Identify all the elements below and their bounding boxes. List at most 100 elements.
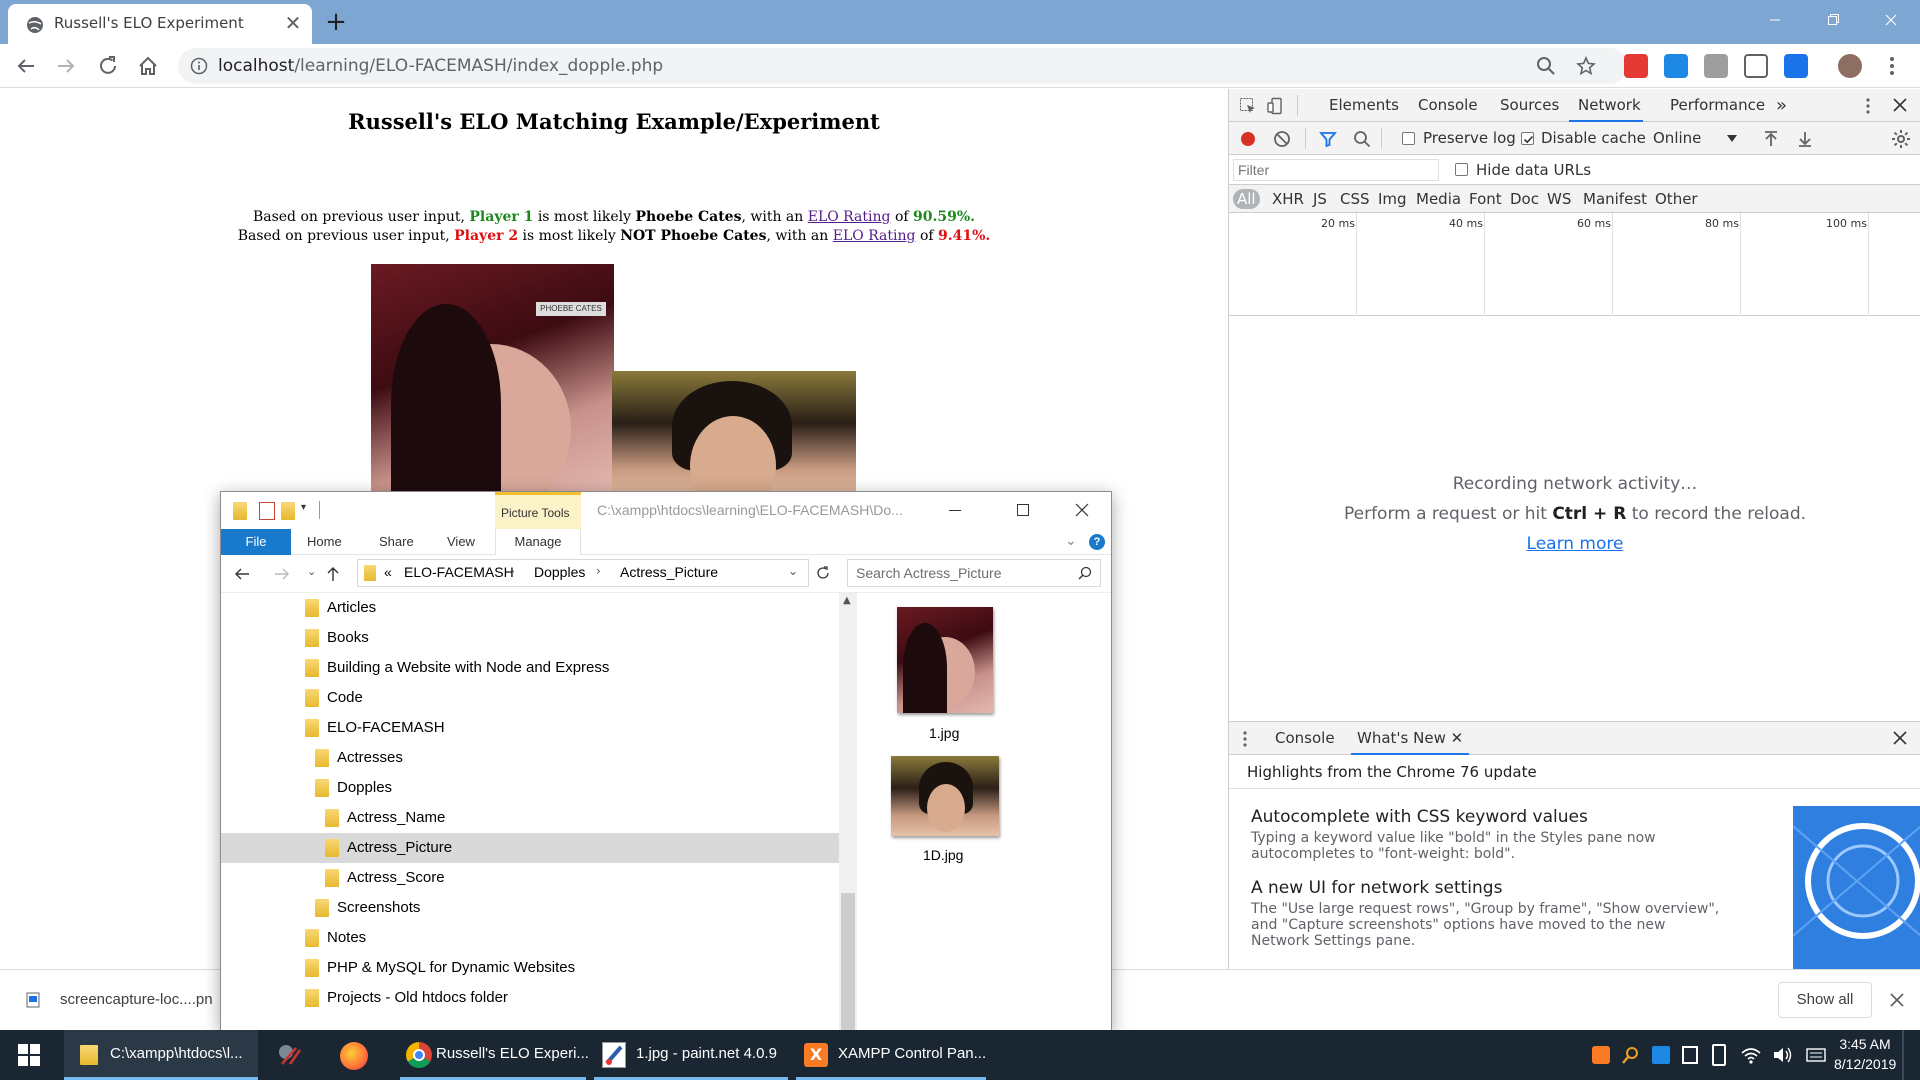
browser-tab[interactable]: Russell's ELO Experiment ✕ [8, 4, 312, 44]
show-all-button[interactable]: Show all [1778, 982, 1872, 1018]
scrollbar-thumb[interactable] [841, 893, 855, 1030]
drawer-close-icon[interactable] [1893, 731, 1907, 745]
minimize-icon[interactable] [1746, 0, 1804, 40]
show-desktop-button[interactable] [1902, 1030, 1904, 1080]
tree-item[interactable]: PHP & MySQL for Dynamic Websites [221, 953, 839, 983]
tree-item[interactable]: Dopples [221, 773, 839, 803]
file-thumbnail[interactable] [897, 607, 993, 715]
snipping-tool-icon[interactable] [276, 1042, 306, 1068]
recent-dropdown-icon[interactable]: ⌄ [307, 565, 316, 578]
keyboard-icon[interactable] [1806, 1045, 1826, 1065]
elo-rating-link[interactable]: ELO Rating [833, 228, 916, 244]
drawer-menu-icon[interactable] [1241, 730, 1249, 748]
info-icon[interactable] [190, 57, 208, 75]
ribbon-manage-tab[interactable]: Manage [495, 529, 581, 555]
windows-start-icon[interactable] [18, 1044, 40, 1066]
lock-extension-icon[interactable] [1624, 54, 1648, 78]
drawer-tab-whats-new[interactable]: What's New ✕ [1351, 722, 1470, 755]
type-font[interactable]: Font [1465, 189, 1506, 209]
home-icon[interactable] [134, 52, 162, 80]
back-icon[interactable] [233, 565, 251, 583]
disable-cache-checkbox[interactable] [1521, 132, 1534, 145]
breadcrumb-elo-facemash[interactable]: ELO-FACEMASH [404, 564, 514, 580]
tree-item[interactable]: ELO-FACEMASH [221, 713, 839, 743]
properties-icon[interactable] [259, 502, 275, 520]
type-img[interactable]: Img [1374, 189, 1411, 209]
tab-elements[interactable]: Elements [1329, 89, 1399, 122]
address-dropdown-icon[interactable]: ⌄ [788, 564, 798, 578]
filter-icon[interactable] [1319, 130, 1337, 148]
restore-icon[interactable] [1804, 0, 1862, 40]
chevron-down-icon[interactable]: ⌄ [1065, 533, 1077, 549]
tree-item-selected[interactable]: Actress_Picture [221, 833, 839, 863]
tab-network[interactable]: Network [1569, 89, 1643, 122]
tab-sources[interactable]: Sources [1500, 89, 1559, 122]
firefox-icon[interactable] [340, 1042, 368, 1070]
search-icon[interactable] [1078, 566, 1092, 580]
type-css[interactable]: CSS [1336, 189, 1374, 209]
file-thumbnail[interactable] [891, 756, 999, 838]
breadcrumb-dopples[interactable]: Dopples [534, 564, 585, 580]
tree-item[interactable]: Articles [221, 593, 839, 623]
help-icon[interactable]: ? [1089, 534, 1105, 550]
network-tray-icon[interactable] [1652, 1046, 1670, 1064]
ribbon-home-tab[interactable]: Home [307, 529, 342, 555]
filter-input[interactable] [1233, 159, 1439, 181]
tree-item[interactable]: Actress_Name [221, 803, 839, 833]
new-folder-icon[interactable] [281, 502, 295, 520]
tree-item[interactable]: Screenshots [221, 893, 839, 923]
type-doc[interactable]: Doc [1506, 189, 1543, 209]
type-js[interactable]: JS [1309, 189, 1331, 209]
ribbon-view-tab[interactable]: View [447, 529, 475, 555]
close-shelf-icon[interactable] [1890, 993, 1904, 1007]
device-toggle-icon[interactable] [1267, 97, 1285, 115]
clear-icon[interactable] [1273, 130, 1291, 148]
type-media[interactable]: Media [1412, 189, 1465, 209]
breadcrumb-overflow[interactable]: « [384, 564, 392, 580]
player2-photo[interactable] [612, 371, 856, 501]
learn-more-link[interactable]: Learn more [1229, 534, 1920, 554]
close-icon[interactable] [1075, 503, 1089, 517]
ribbon-file-tab[interactable]: File [221, 529, 291, 555]
more-tabs-icon[interactable]: » [1776, 89, 1787, 122]
tab-performance[interactable]: Performance [1670, 89, 1765, 122]
tree-item[interactable]: Building a Website with Node and Express [221, 653, 839, 683]
network-overview-timeline[interactable]: 20 ms 40 ms 60 ms 80 ms 100 ms [1229, 213, 1920, 316]
s-extension-icon[interactable] [1664, 54, 1688, 78]
notes-tray-icon[interactable] [1682, 1046, 1698, 1064]
explorer-search-box[interactable]: Search Actress_Picture [847, 559, 1101, 587]
export-har-icon[interactable] [1797, 130, 1813, 148]
tree-item[interactable]: Code [221, 683, 839, 713]
qat-dropdown-icon[interactable]: ▾ [301, 502, 306, 513]
breadcrumb-separator-icon[interactable]: › [596, 564, 601, 578]
address-bar[interactable]: localhost/learning/ELO-FACEMASH/index_do… [178, 48, 1628, 84]
address-breadcrumb[interactable]: « ELO-FACEMASH › Dopples › Actress_Pictu… [357, 559, 809, 587]
camera-extension-icon[interactable] [1704, 54, 1728, 78]
file-name[interactable]: 1.jpg [929, 725, 959, 741]
tree-item[interactable]: Actresses [221, 743, 839, 773]
badge-extension-icon[interactable] [1784, 54, 1808, 78]
back-icon[interactable] [12, 52, 40, 80]
tree-item[interactable]: Books [221, 623, 839, 653]
whats-new-item-title[interactable]: Autocomplete with CSS keyword values [1251, 807, 1588, 827]
hide-data-urls-checkbox[interactable] [1455, 163, 1468, 176]
tree-scrollbar[interactable]: ▲ [839, 593, 857, 1030]
type-all[interactable]: All [1233, 189, 1260, 209]
chevron-down-icon[interactable] [1727, 135, 1737, 143]
close-icon[interactable]: ✕ [1451, 729, 1464, 747]
tree-item[interactable]: Projects - Old htdocs folder [221, 983, 839, 1013]
wifi-icon[interactable] [1740, 1045, 1762, 1065]
devtools-close-icon[interactable] [1893, 98, 1907, 112]
player1-photo[interactable]: PHOEBE CATES [371, 264, 614, 494]
window-close-icon[interactable] [1862, 0, 1920, 40]
search-icon[interactable] [1353, 130, 1371, 148]
minimize-icon[interactable] [949, 510, 961, 511]
tab-console[interactable]: Console [1418, 89, 1478, 122]
forward-icon[interactable] [52, 52, 80, 80]
menu-kebab-icon[interactable] [1884, 54, 1900, 78]
type-ws[interactable]: WS [1543, 189, 1575, 209]
battery-icon[interactable] [1712, 1044, 1726, 1066]
download-filename[interactable]: screencapture-loc....pn [60, 991, 213, 1008]
new-tab-button[interactable]: + [322, 8, 350, 36]
type-other[interactable]: Other [1651, 189, 1702, 209]
